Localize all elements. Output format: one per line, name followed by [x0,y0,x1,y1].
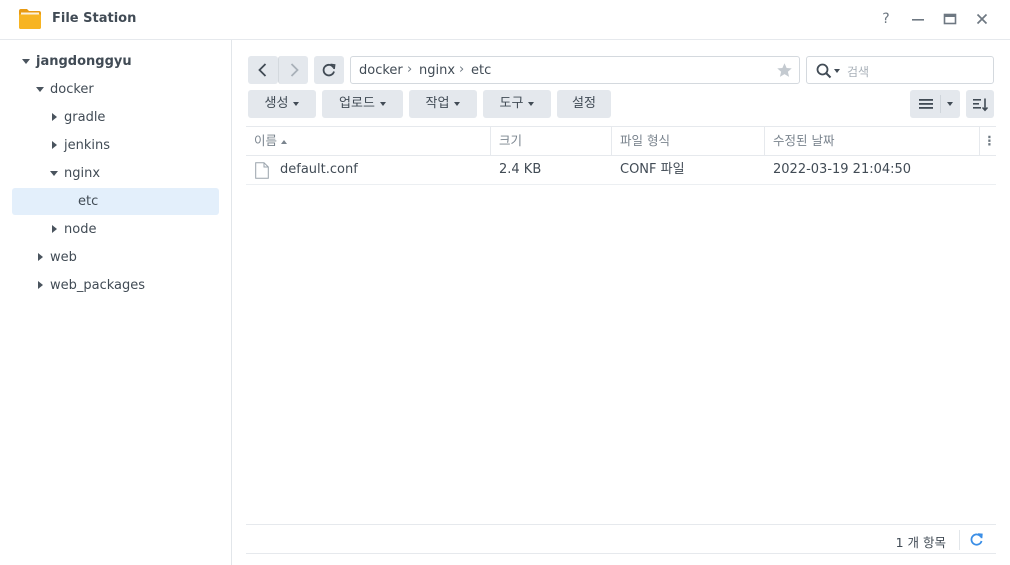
tree-item-gradle[interactable]: gradle [12,104,219,131]
file-name: default.conf [280,162,358,177]
caret-down-icon [293,101,300,106]
file-list-header: 이름 크기 파일 형식 수정된 날짜 ⋮ [246,126,996,156]
upload-button[interactable]: 업로드 [322,90,403,118]
divider [959,530,960,550]
expand-arrow-icon[interactable] [20,48,32,75]
back-button[interactable] [248,56,278,84]
column-header-size[interactable]: 크기 [499,127,522,155]
caret-down-icon [379,101,386,106]
search-input[interactable]: 검색 [806,56,994,84]
column-header-name[interactable]: 이름 [254,127,288,155]
minimize-icon[interactable] [909,10,927,28]
file-modified-date: 2022-03-19 21:04:50 [773,162,912,177]
breadcrumb-item[interactable]: docker [359,63,403,78]
tree-item-nginx[interactable]: nginx [12,160,219,187]
expand-arrow-icon[interactable] [48,160,60,187]
table-row[interactable]: default.conf 2.4 KB CONF 파일 2022-03-19 2… [246,156,996,185]
tree-item-label: web_packages [50,278,146,293]
column-divider[interactable] [611,127,612,155]
forward-button[interactable] [278,56,308,84]
collapse-arrow-icon[interactable] [48,104,60,131]
column-divider[interactable] [979,127,980,155]
search-placeholder: 검색 [847,65,870,79]
tree-item-label: docker [50,82,94,97]
action-button-label: 작업 [425,96,450,111]
create-button-label: 생성 [264,96,289,111]
divider [940,95,941,113]
collapse-arrow-icon[interactable] [34,244,46,271]
create-button[interactable]: 생성 [248,90,316,118]
tools-button-label: 도구 [499,96,524,111]
sort-button[interactable] [966,90,994,118]
item-count: 1 개 항목 [895,535,946,550]
search-options-caret-icon[interactable] [834,69,840,73]
tree-item-label: nginx [64,166,101,181]
folder-app-icon [19,9,41,29]
expand-arrow-icon[interactable] [34,76,46,103]
column-divider[interactable] [764,127,765,155]
help-icon[interactable]: ? [877,10,895,28]
status-footer: 1 개 항목 [246,524,996,554]
tree-item-label: jenkins [64,138,111,153]
column-header-label: 이름 [254,133,278,148]
tree-item-jenkins[interactable]: jenkins [12,132,219,159]
tree-item-label: node [64,222,97,237]
star-icon[interactable] [776,62,793,79]
collapse-arrow-icon[interactable] [48,132,60,159]
maximize-icon[interactable] [941,10,959,28]
tree-item-label: web [50,250,77,265]
view-mode-button[interactable] [910,90,960,118]
caret-down-icon [454,101,461,106]
column-divider[interactable] [490,127,491,155]
refresh-icon[interactable] [969,532,984,547]
upload-button-label: 업로드 [339,96,375,111]
tree-item-web-packages[interactable]: web_packages [12,272,219,299]
collapse-arrow-icon[interactable] [48,216,60,243]
settings-button[interactable]: 설정 [557,90,611,118]
tree-item-jangdonggyu[interactable]: jangdonggyu [12,48,219,75]
column-header-modified[interactable]: 수정된 날짜 [773,127,834,155]
close-icon[interactable] [973,10,991,28]
breadcrumb[interactable]: docker › nginx › etc [350,56,800,84]
tree-item-node[interactable]: node [12,216,219,243]
file-type: CONF 파일 [620,162,685,177]
caret-down-icon [528,101,535,106]
refresh-icon [322,63,336,77]
chevron-right-icon [290,63,299,77]
chevron-left-icon [258,63,267,77]
action-button[interactable]: 작업 [409,90,477,118]
collapse-arrow-icon[interactable] [34,272,46,299]
search-icon[interactable] [816,63,832,79]
tree-item-label: jangdonggyu [36,54,132,69]
breadcrumb-item[interactable]: etc [471,63,491,78]
tree-item-web[interactable]: web [12,244,219,271]
list-view-icon [919,99,933,109]
tree-item-label: etc [78,194,99,209]
folder-tree-sidebar: jangdonggyu docker gradle jenkins nginx … [0,40,232,565]
column-options-icon[interactable]: ⋮ [983,127,996,155]
refresh-button[interactable] [314,56,344,84]
tree-item-etc[interactable]: etc [12,188,219,215]
title-bar: File Station ? [0,0,1010,40]
breadcrumb-separator-icon: › [407,62,413,77]
file-icon [255,162,269,179]
window-title: File Station [52,11,137,26]
sort-icon [973,98,989,112]
tree-item-label: gradle [64,110,106,125]
breadcrumb-item[interactable]: nginx [419,63,455,78]
file-size: 2.4 KB [499,162,542,177]
caret-down-icon [947,102,953,106]
tools-button[interactable]: 도구 [483,90,551,118]
tree-item-docker[interactable]: docker [12,76,219,103]
breadcrumb-separator-icon: › [459,62,465,77]
sort-ascending-icon [281,139,288,144]
column-header-type[interactable]: 파일 형식 [620,127,670,155]
settings-button-label: 설정 [572,96,596,111]
